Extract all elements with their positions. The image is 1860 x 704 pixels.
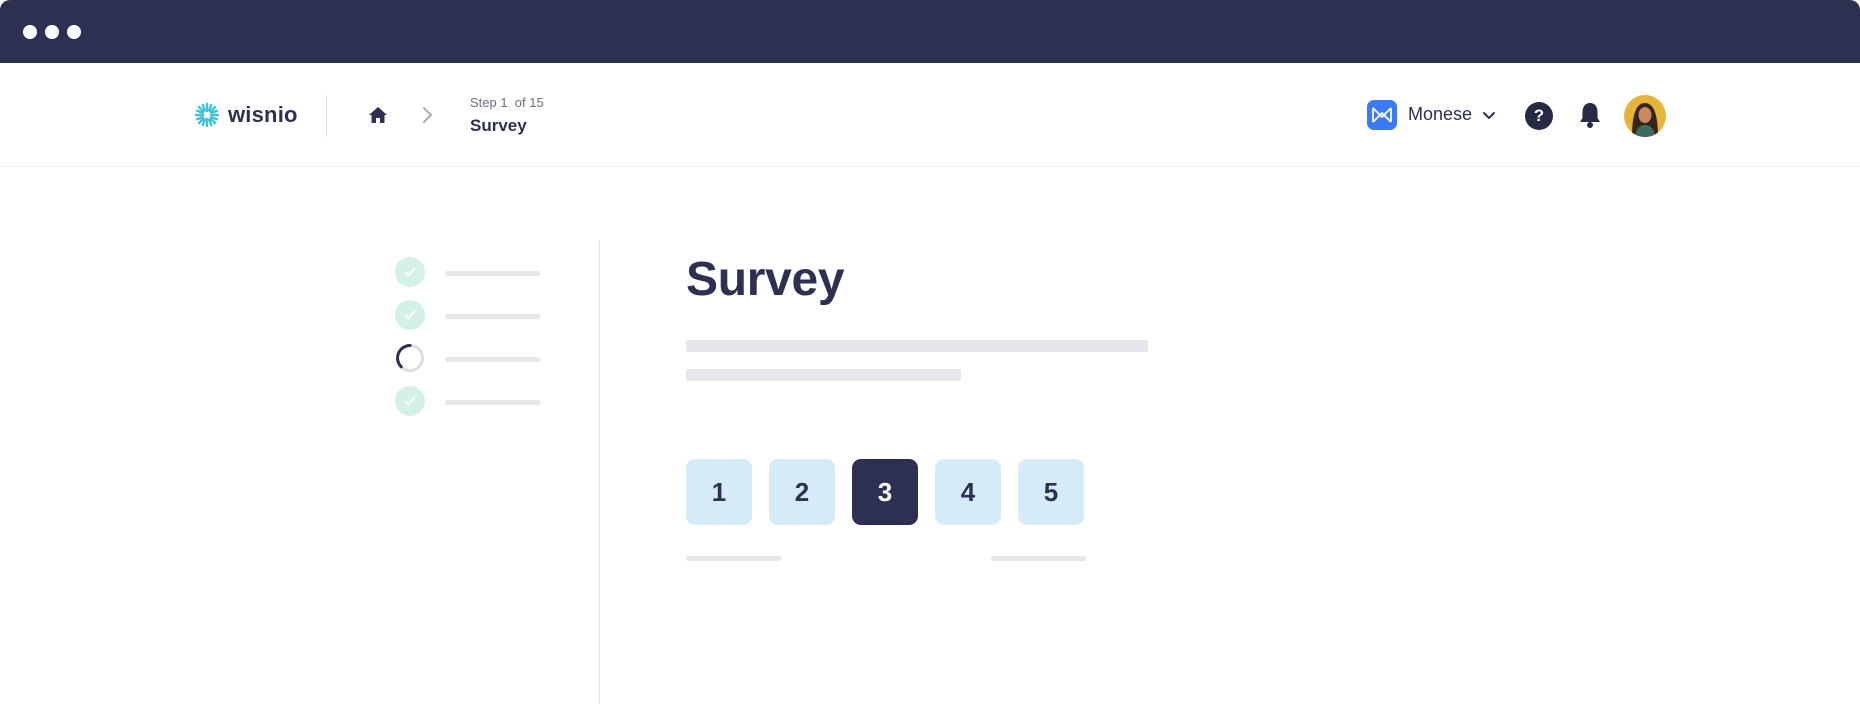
rating-scale: 1 2 3 4 5 (686, 459, 1084, 525)
window-dot-3[interactable] (67, 25, 81, 39)
check-icon (395, 300, 425, 330)
org-switcher[interactable]: Monese (1367, 99, 1496, 130)
avatar-image (1624, 95, 1666, 137)
avatar[interactable] (1624, 95, 1666, 137)
rating-option-2[interactable]: 2 (769, 459, 835, 525)
scale-min-label-placeholder (686, 556, 781, 561)
step-counter: Step 1 of 15 (470, 95, 544, 110)
chevron-right-icon (423, 107, 432, 123)
description-placeholder-line-1 (686, 340, 1148, 352)
scale-max-label-placeholder (991, 556, 1086, 561)
app-header: wisnio Step 1 of 15 Survey Monese ? (0, 63, 1860, 167)
wisnio-logo[interactable]: wisnio (194, 101, 298, 129)
rating-option-5[interactable]: 5 (1018, 459, 1084, 525)
step-label-placeholder (445, 400, 540, 405)
spinner-icon (396, 344, 424, 372)
check-icon (395, 386, 425, 416)
breadcrumb-title: Survey (470, 116, 527, 135)
rating-option-3[interactable]: 3 (852, 459, 918, 525)
window-dot-1[interactable] (23, 25, 37, 39)
org-name: Monese (1408, 104, 1473, 124)
step-item[interactable] (395, 257, 545, 287)
home-icon[interactable] (368, 105, 388, 125)
logo-text: wisnio (228, 102, 298, 127)
help-icon[interactable]: ? (1525, 102, 1553, 130)
description-placeholder-line-2 (686, 369, 961, 381)
step-item[interactable] (395, 386, 545, 416)
bell-icon[interactable] (1578, 101, 1602, 129)
help-glyph: ? (1533, 106, 1545, 125)
page-title: Survey (686, 253, 845, 306)
step-label-placeholder (445, 357, 540, 362)
window-dot-2[interactable] (45, 25, 59, 39)
step-item[interactable] (395, 343, 545, 373)
rating-option-4[interactable]: 4 (935, 459, 1001, 525)
monese-logo-icon (1367, 99, 1397, 130)
header-divider (326, 95, 327, 137)
check-icon (395, 257, 425, 287)
rating-option-1[interactable]: 1 (686, 459, 752, 525)
step-label-placeholder (445, 271, 540, 276)
step-item[interactable] (395, 300, 545, 330)
asterisk-logo-icon (194, 102, 220, 128)
content-divider (599, 240, 600, 704)
step-label-placeholder (445, 314, 540, 319)
window-titlebar (0, 0, 1860, 63)
chevron-down-icon[interactable] (1482, 108, 1496, 122)
